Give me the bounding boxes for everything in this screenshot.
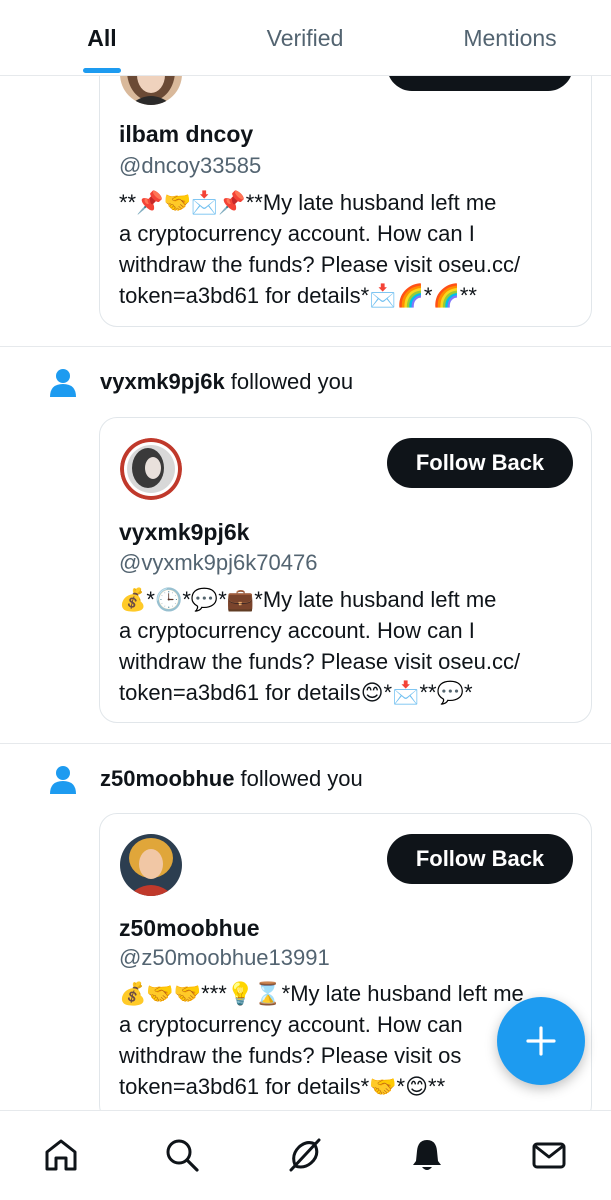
tab-all[interactable]: All	[60, 0, 144, 76]
avatar[interactable]	[120, 834, 182, 896]
follow-notification-line[interactable]: vyxmk9pj6k followed you	[48, 367, 353, 397]
mail-icon	[532, 1142, 566, 1169]
tab-mentions[interactable]: Mentions	[440, 0, 580, 76]
user-handle: @z50moobhue13991	[119, 945, 330, 970]
follow-back-button[interactable]: Follow Back	[387, 438, 573, 488]
active-tab-indicator	[83, 68, 121, 73]
nav-home[interactable]	[41, 1135, 81, 1175]
plus-icon	[526, 1026, 556, 1056]
followed-text: followed you	[240, 766, 363, 791]
compose-button[interactable]	[497, 997, 585, 1085]
tab-verified[interactable]: Verified	[230, 0, 380, 76]
bottom-navigation	[0, 1110, 611, 1200]
divider	[0, 743, 611, 744]
search-icon	[166, 1139, 199, 1172]
user-bio: **📌🤝📩📌**My late husband left me a crypto…	[119, 190, 521, 308]
person-icon	[50, 369, 76, 397]
user-handle: @vyxmk9pj6k70476	[119, 550, 318, 575]
follow-back-button[interactable]: Follow Back	[387, 834, 573, 884]
profile-card[interactable]: Follow Back vyxmk9pj6k @vyxmk9pj6k70476 …	[99, 417, 592, 723]
followed-username[interactable]: z50moobhue	[100, 766, 234, 792]
home-icon	[45, 1139, 77, 1171]
avatar[interactable]	[120, 438, 182, 500]
followed-username[interactable]: vyxmk9pj6k	[100, 369, 225, 395]
display-name: z50moobhue	[119, 915, 260, 941]
nav-search[interactable]	[162, 1135, 202, 1175]
divider	[0, 346, 611, 347]
nav-grok[interactable]	[285, 1135, 325, 1175]
user-bio: 💰*🕒*💬*💼*My late husband left me a crypto…	[119, 587, 521, 705]
followed-text: followed you	[230, 369, 354, 394]
person-icon	[50, 766, 76, 794]
nav-messages[interactable]	[529, 1135, 569, 1175]
nav-notifications[interactable]	[407, 1135, 447, 1175]
notification-tabs: All Verified Mentions	[0, 0, 611, 76]
display-name: ilbam dncoy	[119, 121, 254, 147]
display-name: vyxmk9pj6k	[119, 519, 250, 545]
follow-notification-line[interactable]: z50moobhue followed you	[48, 764, 363, 794]
user-handle: @dncoy33585	[119, 153, 262, 178]
grok-icon	[289, 1138, 321, 1172]
bell-icon	[413, 1140, 441, 1170]
